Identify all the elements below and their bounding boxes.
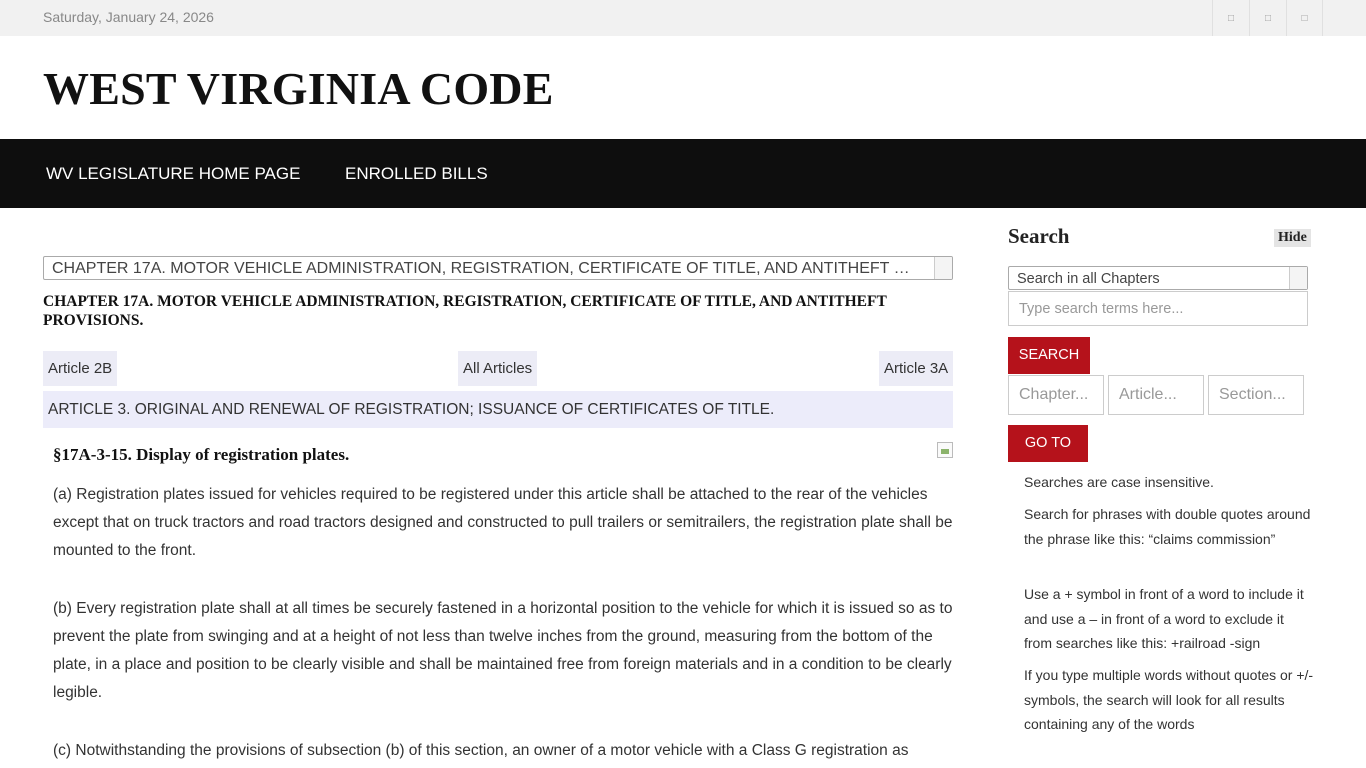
chapter-heading: CHAPTER 17A. MOTOR VEHICLE ADMINISTRATIO… (43, 293, 887, 329)
chevron-down-icon (1289, 267, 1307, 289)
chevron-down-icon (934, 257, 952, 279)
article-title: ARTICLE 3. ORIGINAL AND RENEWAL OF REGIS… (43, 391, 953, 428)
goto-button[interactable]: GO TO (1008, 425, 1088, 462)
search-scope-select[interactable]: Search in all Chapters (1008, 266, 1308, 290)
search-input[interactable]: Type search terms here... (1008, 291, 1308, 326)
social-icon-1[interactable]: □ (1212, 0, 1249, 36)
search-tip-2: Search for phrases with double quotes ar… (1024, 506, 1311, 547)
chapter-field[interactable]: Chapter... (1008, 375, 1104, 415)
search-scope-value: Search in all Chapters (1017, 271, 1160, 287)
paragraph-a: (a) Registration plates issued for vehic… (53, 486, 953, 559)
paragraph-c: (c) Notwithstanding the provisions of su… (53, 742, 909, 759)
all-articles-link[interactable]: All Articles (458, 351, 538, 386)
nav-enrolled-bills[interactable]: ENROLLED BILLS (345, 164, 488, 184)
article-field[interactable]: Article... (1108, 375, 1204, 415)
paragraph-b: (b) Every registration plate shall at al… (53, 600, 953, 701)
chapter-select[interactable]: CHAPTER 17A. MOTOR VEHICLE ADMINISTRATIO… (43, 256, 953, 280)
hide-button[interactable]: Hide (1274, 229, 1311, 247)
next-article-link[interactable]: Article 3A (879, 351, 954, 386)
nav-legislature-home[interactable]: WV LEGISLATURE HOME PAGE (46, 164, 300, 184)
search-button[interactable]: SEARCH (1008, 337, 1090, 374)
main-nav: WV LEGISLATURE HOME PAGE ENROLLED BILLS (0, 139, 1366, 208)
search-tip-4: If you type multiple words without quote… (1024, 667, 1314, 732)
search-tip-3: Use a + symbol in front of a word to inc… (1024, 586, 1304, 651)
prev-article-link[interactable]: Article 2B (43, 351, 118, 386)
section-title: §17A-3-15. Display of registration plate… (53, 445, 350, 464)
social-icon-2[interactable]: □ (1249, 0, 1286, 36)
top-bar: Saturday, January 24, 2026 □ □ □ (0, 0, 1366, 36)
chapter-select-value: CHAPTER 17A. MOTOR VEHICLE ADMINISTRATIO… (52, 260, 953, 277)
sidebar-search-title: Search (1008, 224, 1070, 248)
search-tip-1: Searches are case insensitive. (1024, 474, 1214, 490)
broken-image-icon[interactable] (937, 442, 953, 458)
social-links: □ □ □ (1212, 0, 1323, 36)
site-title[interactable]: WEST VIRGINIA CODE (43, 62, 554, 115)
social-icon-3[interactable]: □ (1286, 0, 1323, 36)
section-field[interactable]: Section... (1208, 375, 1304, 415)
current-date: Saturday, January 24, 2026 (43, 9, 214, 25)
